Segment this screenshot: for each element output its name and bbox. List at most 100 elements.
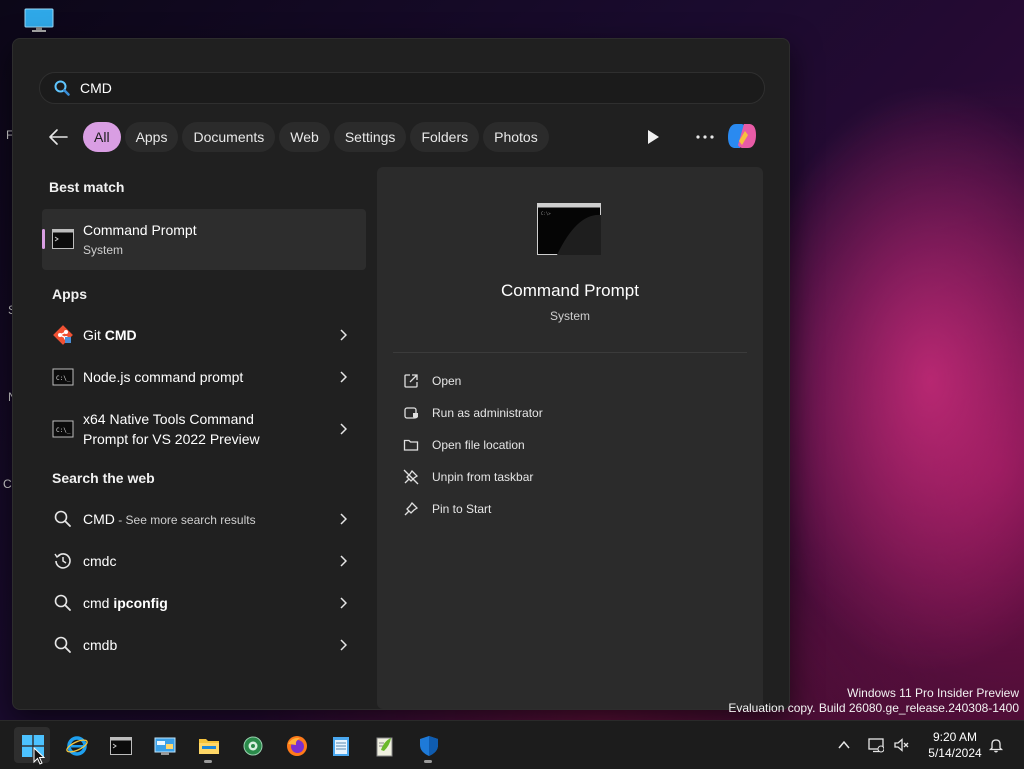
command-prompt-icon bbox=[52, 229, 74, 249]
apps-heading: Apps bbox=[52, 286, 87, 302]
web-item-label: cmdc bbox=[83, 553, 117, 569]
web-item-label: CMD - See more search results bbox=[83, 509, 256, 530]
tab-folders[interactable]: Folders bbox=[410, 122, 480, 152]
chevron-right-icon bbox=[340, 423, 347, 435]
web-item-cmd-ipconfig[interactable]: cmd ipconfig bbox=[42, 591, 366, 615]
web-item-cmdb[interactable]: cmdb bbox=[42, 633, 366, 657]
search-icon bbox=[54, 80, 70, 96]
tab-photos[interactable]: Photos bbox=[483, 122, 549, 152]
action-open[interactable]: Open bbox=[403, 370, 461, 392]
search-box[interactable] bbox=[39, 72, 765, 104]
this-pc-desktop-icon[interactable] bbox=[24, 8, 54, 34]
taskbar-file-explorer[interactable] bbox=[190, 727, 226, 763]
taskbar-firefox[interactable] bbox=[278, 727, 314, 763]
action-label: Unpin from taskbar bbox=[432, 470, 534, 484]
preview-subtitle: System bbox=[549, 309, 590, 323]
running-indicator bbox=[204, 760, 212, 763]
search-panel: All Apps Documents Web Settings Folders … bbox=[12, 38, 790, 710]
folder-icon bbox=[199, 739, 219, 754]
best-match-heading: Best match bbox=[49, 179, 125, 195]
action-label: Run as administrator bbox=[432, 406, 543, 420]
svg-text:C:\_: C:\_ bbox=[56, 427, 71, 434]
tab-all[interactable]: All bbox=[83, 122, 121, 152]
globe-icon bbox=[243, 736, 263, 756]
firefox-icon bbox=[287, 736, 307, 756]
taskbar-notepad-plus[interactable] bbox=[366, 727, 402, 763]
taskbar-internet-explorer[interactable] bbox=[58, 727, 94, 763]
search-icon bbox=[54, 510, 71, 527]
app-item-nodejs[interactable]: C:\_ Node.js command prompt bbox=[42, 365, 366, 389]
action-run-as-admin[interactable]: Run as administrator bbox=[403, 402, 543, 424]
chevron-up-icon[interactable] bbox=[837, 738, 851, 752]
chevron-right-icon bbox=[340, 513, 347, 525]
action-label: Open bbox=[432, 374, 462, 388]
control-panel-icon bbox=[154, 737, 176, 755]
app-item-label: Node.js command prompt bbox=[83, 369, 244, 385]
search-input[interactable] bbox=[80, 80, 680, 96]
clock[interactable]: 9:20 AM 5/14/2024 bbox=[920, 729, 990, 761]
chevron-right-icon bbox=[340, 371, 347, 383]
play-icon[interactable] bbox=[646, 129, 660, 145]
command-prompt-large-icon: C:\> bbox=[537, 203, 601, 255]
preview-pane: C:\> Command Prompt System Open Run as a… bbox=[377, 167, 763, 709]
back-arrow-icon[interactable] bbox=[47, 127, 69, 147]
chevron-right-icon bbox=[340, 329, 347, 341]
clock-date: 5/14/2024 bbox=[928, 746, 982, 760]
taskbar-control-panel[interactable] bbox=[146, 727, 182, 763]
taskbar-windows-security[interactable] bbox=[410, 727, 446, 763]
action-pin-to-start[interactable]: Pin to Start bbox=[403, 498, 491, 520]
taskbar-command-prompt[interactable] bbox=[102, 727, 138, 763]
folder-icon bbox=[403, 439, 419, 451]
history-icon bbox=[54, 553, 71, 569]
shield-icon bbox=[420, 736, 438, 756]
tab-web[interactable]: Web bbox=[279, 122, 330, 152]
mouse-cursor-icon bbox=[33, 747, 45, 765]
git-label-match: CMD bbox=[104, 327, 137, 343]
app-item-label-line1: x64 Native Tools Command bbox=[83, 411, 254, 427]
svg-text:C:\>: C:\> bbox=[541, 211, 551, 216]
notification-bell-icon[interactable] bbox=[988, 737, 1004, 753]
more-options-icon[interactable] bbox=[695, 133, 715, 141]
tab-documents[interactable]: Documents bbox=[182, 122, 276, 152]
chevron-right-icon bbox=[340, 639, 347, 651]
preview-divider bbox=[393, 352, 747, 353]
web-item-label: cmdb bbox=[83, 637, 118, 653]
search-icon bbox=[54, 636, 71, 653]
notepad-plus-icon bbox=[376, 737, 393, 757]
taskbar-network-app[interactable] bbox=[234, 727, 270, 763]
notepad-icon bbox=[333, 737, 349, 756]
network-icon[interactable] bbox=[868, 737, 884, 753]
selection-indicator bbox=[42, 229, 45, 249]
web-item-cmdc[interactable]: cmdc bbox=[42, 549, 366, 573]
web-cmd-term: CMD bbox=[83, 511, 115, 527]
tab-settings[interactable]: Settings bbox=[333, 122, 407, 152]
best-match-title: Command Prompt bbox=[83, 222, 197, 238]
action-unpin-taskbar[interactable]: Unpin from taskbar bbox=[403, 466, 533, 488]
shield-admin-icon bbox=[404, 407, 418, 419]
web-ipconfig-term: ipconfig bbox=[113, 595, 168, 611]
watermark-line2: Evaluation copy. Build 26080.ge_release.… bbox=[728, 701, 1019, 715]
unpin-icon bbox=[403, 469, 419, 485]
git-icon bbox=[53, 325, 73, 345]
command-prompt-icon bbox=[110, 737, 132, 755]
web-ipconfig-prefix: cmd bbox=[83, 595, 114, 611]
volume-muted-icon[interactable] bbox=[893, 737, 909, 753]
app-item-x64-native-tools[interactable]: C:\_ x64 Native Tools Command Prompt for… bbox=[42, 407, 366, 451]
git-label-prefix: Git bbox=[83, 327, 105, 343]
app-item-git-cmd[interactable]: Git CMD bbox=[42, 323, 366, 347]
web-item-cmd[interactable]: CMD - See more search results bbox=[42, 507, 366, 531]
open-external-icon bbox=[404, 374, 418, 388]
best-match-subtitle: System bbox=[83, 243, 124, 257]
tab-apps[interactable]: Apps bbox=[124, 122, 179, 152]
copilot-icon[interactable] bbox=[726, 121, 758, 151]
taskbar-notepad[interactable] bbox=[322, 727, 358, 763]
filter-bar: All Apps Documents Web Settings Folders … bbox=[47, 121, 553, 153]
preview-title: Command Prompt bbox=[501, 281, 639, 300]
action-open-file-location[interactable]: Open file location bbox=[403, 434, 525, 456]
internet-explorer-icon bbox=[66, 736, 88, 756]
chevron-right-icon bbox=[340, 597, 347, 609]
best-match-item[interactable]: Command Prompt System bbox=[42, 209, 366, 270]
web-cmd-hint: - See more search results bbox=[114, 513, 256, 527]
pin-icon bbox=[404, 501, 419, 516]
action-label: Pin to Start bbox=[432, 502, 492, 516]
